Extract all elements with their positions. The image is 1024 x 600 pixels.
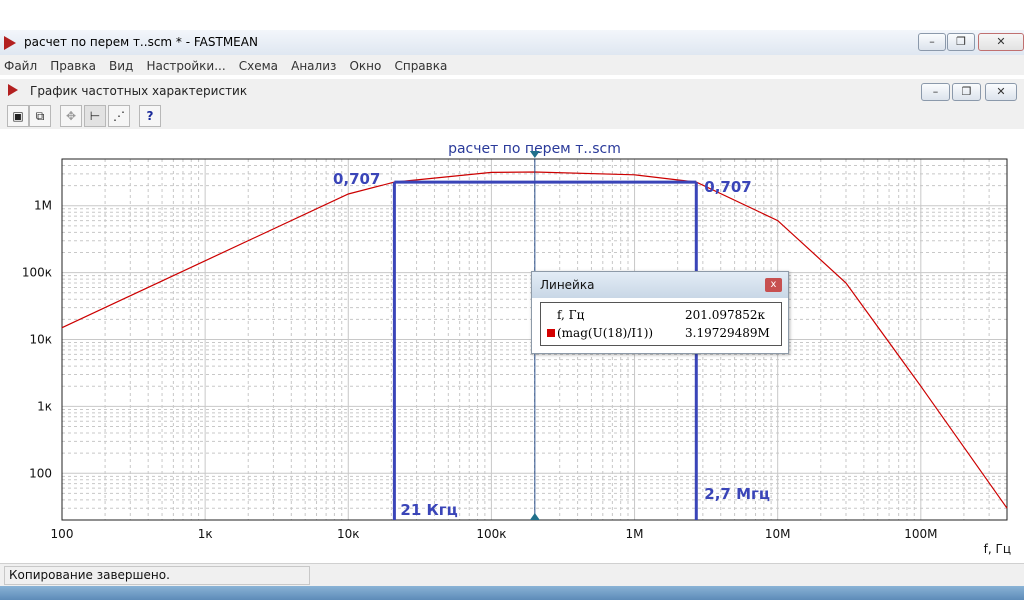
- left-level-label: 0,707: [333, 170, 380, 188]
- x-tick-label: 1к: [198, 527, 213, 541]
- cursor-bottom-handle[interactable]: [529, 513, 540, 520]
- right-level-label: 0,707: [704, 178, 751, 196]
- child-close-button[interactable]: ✕: [985, 83, 1017, 101]
- menu-view[interactable]: Вид: [105, 57, 137, 73]
- high-freq-label: 2,7 Мгц: [704, 485, 770, 503]
- menu-help[interactable]: Справка: [390, 57, 451, 73]
- close-button[interactable]: ✕: [978, 33, 1024, 51]
- child-restore-button[interactable]: ❐: [952, 83, 981, 101]
- child-minimize-button[interactable]: –: [921, 83, 950, 101]
- ruler-icon[interactable]: ⊢: [84, 105, 106, 127]
- restore-button[interactable]: ❐: [947, 33, 975, 51]
- ruler-row-frequency: f, Гц 201.097852к: [547, 306, 777, 324]
- x-tick-label: 100к: [476, 527, 506, 541]
- menu-window[interactable]: Окно: [345, 57, 385, 73]
- help-icon[interactable]: ?: [139, 105, 161, 127]
- y-tick-label: 100к: [22, 266, 52, 280]
- plot-area[interactable]: 100 1к 10к 100к 1М 10М 100М 100 1к 10к 100к 1М f, Гц…: [6, 129, 1018, 562]
- child-window-title: График частотных характеристик: [30, 84, 248, 98]
- menu-analysis[interactable]: Анализ: [287, 57, 340, 73]
- toolbar: ▣ ⧉ ✥ ⊢ ⋰ ?: [0, 103, 1024, 129]
- menu-edit[interactable]: Правка: [46, 57, 100, 73]
- y-tick-label: 1М: [34, 199, 52, 213]
- ruler-close-button[interactable]: x: [765, 278, 782, 292]
- ruler-series-label: (mag(U(18)/I1)): [557, 326, 654, 340]
- curve-icon[interactable]: ⋰: [108, 105, 130, 127]
- ruler-header[interactable]: Линейка x: [532, 272, 788, 298]
- window-title: расчет по перем т..scm * - FASTMEAN: [24, 35, 258, 49]
- menu-schema[interactable]: Схема: [235, 57, 282, 73]
- save-icon[interactable]: ▣: [7, 105, 29, 127]
- status-text: Копирование завершено.: [4, 566, 310, 585]
- minimize-button[interactable]: –: [918, 33, 946, 51]
- x-tick-label: 10к: [337, 527, 360, 541]
- menu-bar: Файл Правка Вид Настройки... Схема Анали…: [0, 55, 1024, 75]
- taskbar: [0, 586, 1024, 600]
- y-tick-label: 1к: [37, 399, 52, 413]
- frequency-response-chart[interactable]: 100 1к 10к 100к 1М 10М 100М 100 1к 10к 100к 1М f, Гц…: [6, 129, 1018, 562]
- ruler-x-value: 201.097852к: [685, 308, 766, 322]
- window-titlebar: расчет по перем т..scm * - FASTMEAN – ❐ …: [0, 30, 1024, 56]
- status-bar: Копирование завершено.: [0, 563, 1024, 586]
- y-tick-label: 10к: [29, 333, 52, 347]
- ruler-row-series: (mag(U(18)/I1)) 3.19729489М: [547, 324, 777, 342]
- y-tick-label: 100: [29, 466, 52, 480]
- x-tick-label: 1М: [626, 527, 644, 541]
- ruler-x-label: f, Гц: [557, 308, 585, 322]
- x-tick-label: 100: [51, 527, 74, 541]
- child-window-titlebar: График частотных характеристик – ❐ ✕: [0, 79, 1024, 103]
- copy-icon[interactable]: ⧉: [29, 105, 51, 127]
- low-freq-label: 21 Кгц: [400, 501, 457, 519]
- ruler-title: Линейка: [540, 278, 595, 292]
- menu-file[interactable]: Файл: [0, 57, 41, 73]
- app-logo-icon: [4, 36, 16, 50]
- ruler-readout: f, Гц 201.097852к (mag(U(18)/I1)) 3.1972…: [540, 302, 782, 346]
- move-icon[interactable]: ✥: [60, 105, 82, 127]
- ruler-series-value: 3.19729489М: [685, 326, 770, 340]
- ruler-popup[interactable]: Линейка x f, Гц 201.097852к (mag(U(18)/I…: [531, 271, 789, 354]
- x-tick-label: 100М: [904, 527, 937, 541]
- x-tick-label: 10М: [765, 527, 791, 541]
- menu-settings[interactable]: Настройки...: [142, 57, 229, 73]
- series-color-swatch: [547, 329, 555, 337]
- x-axis-label: f, Гц: [984, 542, 1011, 556]
- chart-window-icon: [8, 84, 18, 96]
